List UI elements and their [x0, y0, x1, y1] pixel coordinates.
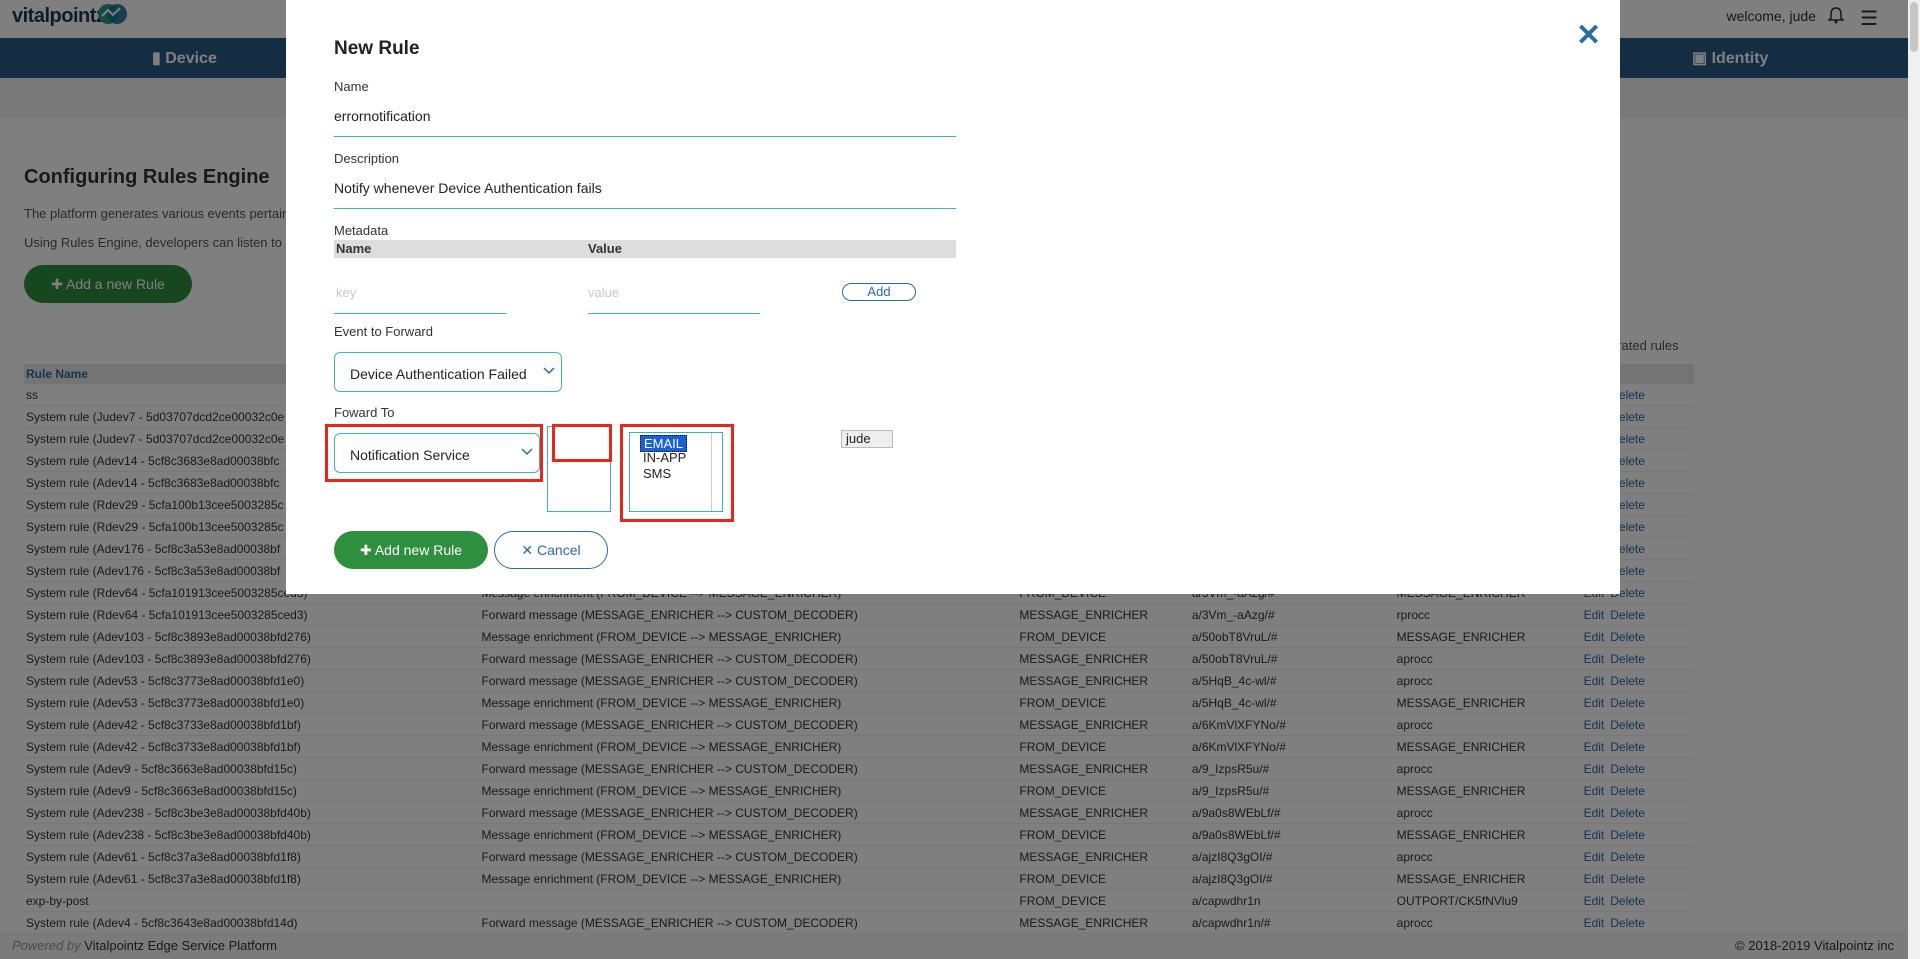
event-select[interactable]: Device Authentication Failed [334, 352, 562, 392]
highlight-channel-listbox [620, 424, 734, 522]
modal-overlay: ✕ New Rule Name errornotification Descri… [0, 0, 1908, 959]
description-field-underline [334, 208, 956, 209]
metadata-add-button[interactable]: Add [842, 283, 916, 301]
metadata-value-input[interactable]: value [588, 285, 619, 300]
modal-title: New Rule [334, 38, 420, 59]
description-label: Description [334, 151, 400, 166]
forward-to-label: Foward To [334, 405, 395, 420]
name-label: Name [334, 79, 369, 94]
description-field[interactable]: Notify whenever Device Authentication fa… [334, 180, 602, 196]
chevron-down-icon [543, 367, 555, 375]
metadata-table-header: Name Value [334, 240, 956, 258]
page-scrollbar[interactable] [1908, 0, 1920, 959]
event-label: Event to Forward [334, 324, 433, 339]
close-icon: ✕ [521, 542, 538, 558]
highlight-forward-select [325, 424, 543, 482]
name-field[interactable]: errornotification [334, 108, 431, 124]
new-rule-modal: ✕ New Rule Name errornotification Descri… [286, 0, 1620, 594]
name-field-underline [334, 136, 956, 137]
value-input-underline [588, 313, 760, 314]
metadata-name-header: Name [336, 241, 372, 256]
scroll-thumb[interactable] [1910, 2, 1918, 52]
metadata-key-input[interactable]: key [336, 285, 356, 300]
add-new-rule-button[interactable]: ✚ Add new Rule [334, 531, 488, 569]
highlight-user-input [552, 424, 612, 462]
cancel-button[interactable]: ✕ Cancel [494, 531, 608, 569]
user-input[interactable]: jude [841, 430, 893, 448]
plus-icon: ✚ [359, 542, 375, 558]
close-icon[interactable]: ✕ [1576, 18, 1601, 53]
key-input-underline [334, 313, 506, 314]
metadata-label: Metadata [334, 223, 389, 238]
event-select-value: Device Authentication Failed [350, 366, 527, 382]
metadata-value-header: Value [588, 241, 622, 256]
